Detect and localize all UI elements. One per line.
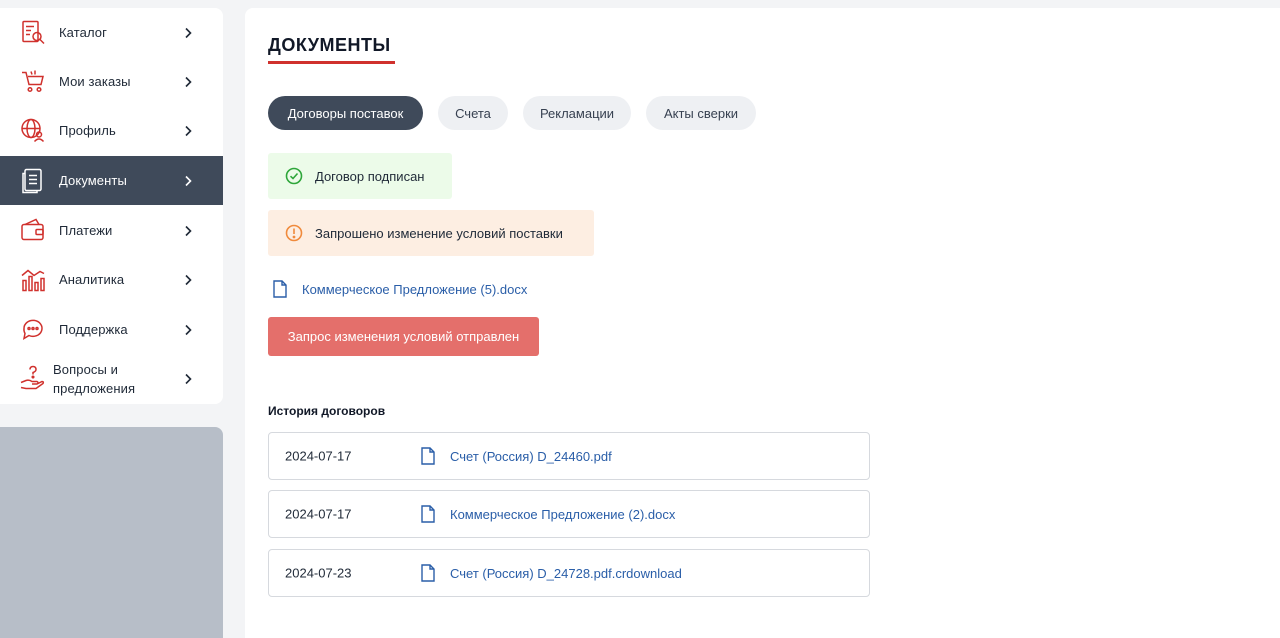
sidebar-item-documents[interactable]: Документы (0, 156, 223, 205)
sidebar-item-label: Каталог (59, 25, 107, 40)
history-date: 2024-07-17 (285, 506, 352, 522)
history-file-link[interactable]: Коммерческое Предложение (2).docx (420, 505, 675, 523)
history-filename: Счет (Россия) D_24728.pdf.crdownload (450, 565, 682, 581)
tab-invoices[interactable]: Счета (438, 96, 508, 130)
sidebar-item-label: Платежи (59, 223, 113, 238)
sidebar: Каталог Мои заказы Профиль Документы Пла… (0, 8, 223, 404)
analytics-icon (19, 266, 46, 293)
sidebar-item-profile[interactable]: Профиль (0, 106, 223, 155)
warning-alert-text: Запрошено изменение условий поставки (315, 225, 563, 241)
sidebar-item-orders[interactable]: Мои заказы (0, 57, 223, 106)
tab-supply-contracts[interactable]: Договоры поставок (268, 96, 423, 130)
sidebar-item-payments[interactable]: Платежи (0, 206, 223, 255)
attachment-filename: Коммерческое Предложение (5).docx (302, 281, 528, 297)
sidebar-item-analytics[interactable]: Аналитика (0, 255, 223, 304)
sidebar-item-catalog[interactable]: Каталог (0, 8, 223, 57)
sidebar-item-label: Профиль (59, 123, 116, 138)
history-date: 2024-07-23 (285, 565, 352, 581)
file-icon (421, 505, 435, 523)
sidebar-item-label: Мои заказы (59, 74, 131, 89)
chevron-right-icon (185, 274, 192, 285)
history-title: История договоров (268, 404, 386, 418)
tab-reconciliation-acts[interactable]: Акты сверки (646, 96, 756, 130)
sidebar-item-label: Аналитика (59, 272, 125, 287)
history-file-link[interactable]: Счет (Россия) D_24728.pdf.crdownload (420, 564, 682, 582)
chevron-right-icon (185, 175, 192, 186)
sidebar-item-label: Документы (59, 173, 127, 188)
warning-alert: Запрошено изменение условий поставки (268, 210, 594, 256)
table-row: 2024-07-17 Коммерческое Предложение (2).… (268, 490, 870, 538)
success-alert-text: Договор подписан (315, 168, 425, 184)
sidebar-item-label: Вопросы и предложения (53, 361, 136, 396)
wallet-icon (19, 217, 46, 244)
sidebar-item-questions[interactable]: Вопросы и предложения (0, 354, 223, 403)
main-content: ДОКУМЕНТЫ Договоры поставок Счета Реклам… (245, 8, 1280, 638)
table-row: 2024-07-17 Счет (Россия) D_24460.pdf (268, 432, 870, 480)
history-file-link[interactable]: Счет (Россия) D_24460.pdf (420, 447, 612, 465)
catalog-icon (19, 19, 46, 46)
history-filename: Счет (Россия) D_24460.pdf (450, 448, 612, 464)
sidebar-placeholder-panel (0, 427, 223, 638)
check-circle-icon (285, 167, 303, 185)
file-icon (421, 447, 435, 465)
chevron-right-icon (185, 373, 192, 384)
support-chat-icon (19, 316, 46, 343)
warning-circle-icon (285, 224, 303, 242)
sidebar-item-label: Поддержка (59, 322, 128, 337)
documents-icon (19, 167, 46, 194)
history-date: 2024-07-17 (285, 448, 352, 464)
chevron-right-icon (185, 225, 192, 236)
history-filename: Коммерческое Предложение (2).docx (450, 506, 676, 522)
title-underline (268, 61, 395, 64)
tab-claims[interactable]: Рекламации (523, 96, 631, 130)
chevron-right-icon (185, 125, 192, 136)
chevron-right-icon (185, 324, 192, 335)
sidebar-item-support[interactable]: Поддержка (0, 305, 223, 354)
file-icon (273, 280, 287, 298)
file-icon (421, 564, 435, 582)
question-hand-icon (19, 365, 46, 392)
success-alert: Договор подписан (268, 153, 452, 199)
page-title: ДОКУМЕНТЫ (268, 35, 391, 55)
chevron-right-icon (185, 27, 192, 38)
change-request-sent-button[interactable]: Запрос изменения условий отправлен (268, 317, 539, 356)
attachment-link[interactable]: Коммерческое Предложение (5).docx (272, 280, 527, 298)
profile-globe-icon (19, 117, 46, 144)
cart-icon (19, 68, 46, 95)
chevron-right-icon (185, 76, 192, 87)
table-row: 2024-07-23 Счет (Россия) D_24728.pdf.crd… (268, 549, 870, 597)
